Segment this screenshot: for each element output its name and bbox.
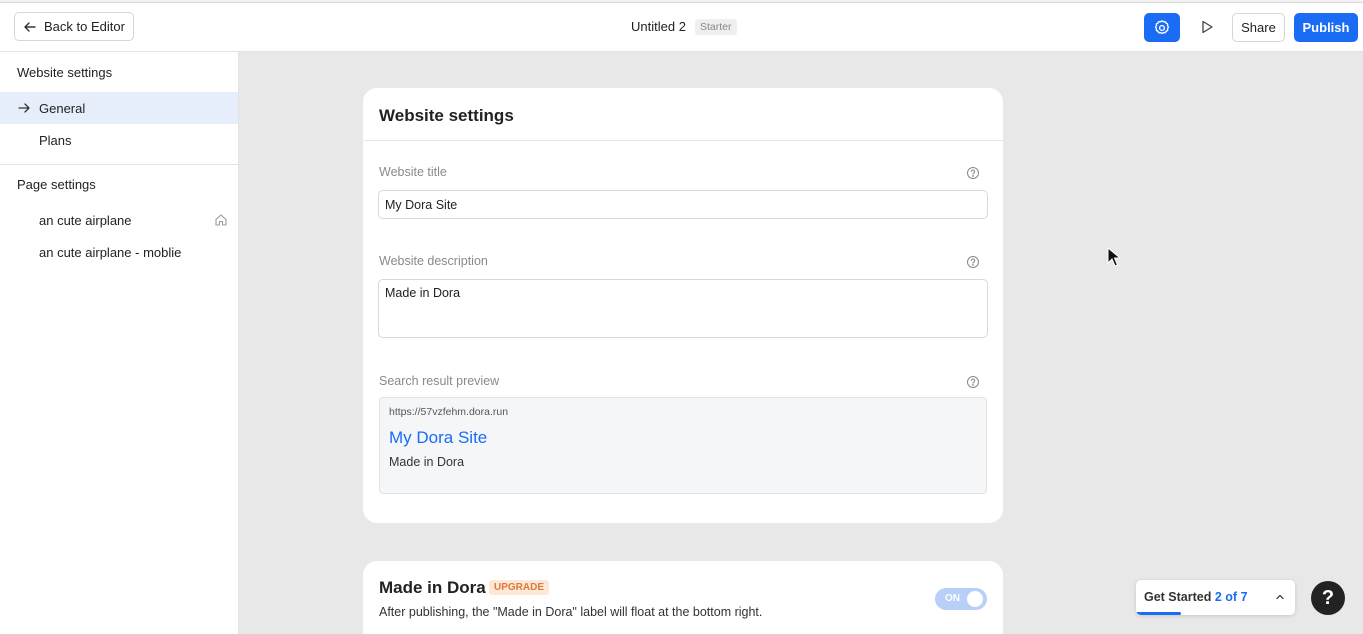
sidebar-item-label: an cute airplane - moblie	[39, 244, 182, 260]
preview-button[interactable]	[1195, 15, 1219, 39]
top-toolbar: Back to Editor Untitled 2 Starter Share …	[0, 3, 1363, 52]
made-in-dora-toggle[interactable]: ON	[935, 588, 987, 610]
preview-description: Made in Dora	[389, 455, 465, 469]
sidebar-item-general[interactable]: General	[0, 92, 238, 124]
card-title: Made in Dora	[379, 578, 486, 597]
gear-icon	[1154, 19, 1170, 34]
website-description-input[interactable]: Made in Dora	[378, 279, 988, 338]
get-started-text: Get Started 2 of 7	[1144, 590, 1248, 604]
arrow-right-icon	[18, 103, 30, 113]
toggle-label: ON	[945, 593, 960, 604]
upgrade-badge[interactable]: UPGRADE	[489, 580, 550, 595]
get-started-progress-fill	[1136, 612, 1181, 615]
back-to-editor-label: Back to Editor	[44, 19, 125, 34]
publish-button[interactable]: Publish	[1294, 13, 1358, 42]
sidebar-item-label: General	[39, 100, 86, 116]
settings-sidebar: Website settings General Plans Page sett…	[0, 52, 239, 634]
help-circle-icon[interactable]	[966, 375, 980, 389]
sidebar-divider	[0, 164, 238, 165]
plan-badge: Starter	[695, 19, 737, 35]
share-button[interactable]: Share	[1232, 13, 1285, 42]
sidebar-item-plans[interactable]: Plans	[0, 124, 238, 156]
website-description-label: Website description	[379, 254, 488, 268]
mouse-cursor-icon	[1107, 247, 1121, 267]
document-title[interactable]: Untitled 2	[631, 19, 686, 34]
get-started-label: Get Started	[1144, 590, 1212, 604]
card-divider	[363, 140, 1003, 141]
made-in-dora-card: Made in Dora UPGRADE After publishing, t…	[363, 561, 1003, 634]
sidebar-item-label: Plans	[39, 132, 72, 148]
search-preview-label: Search result preview	[379, 374, 500, 388]
help-circle-icon[interactable]	[966, 166, 980, 180]
website-title-label: Website title	[379, 165, 447, 179]
website-title-input[interactable]	[378, 190, 988, 219]
sidebar-item-page-1[interactable]: an cute airplane	[0, 204, 238, 236]
sidebar-item-page-2[interactable]: an cute airplane - moblie	[0, 236, 238, 268]
get-started-progress: 2 of 7	[1214, 590, 1248, 604]
get-started-widget[interactable]: Get Started 2 of 7	[1136, 580, 1295, 615]
arrow-left-icon	[24, 21, 36, 32]
preview-url: https://57vzfehm.dora.run	[389, 406, 509, 418]
question-circle-icon: ?	[1321, 586, 1335, 609]
preview-title: My Dora Site	[389, 428, 488, 447]
sidebar-item-label: an cute airplane	[39, 212, 132, 228]
settings-button[interactable]	[1144, 13, 1180, 42]
help-button[interactable]: ?	[1311, 581, 1345, 615]
back-to-editor-button[interactable]: Back to Editor	[14, 12, 134, 41]
page-settings-heading: Page settings	[17, 177, 96, 192]
card-title: Website settings	[379, 106, 514, 125]
help-circle-icon[interactable]	[966, 255, 980, 269]
website-settings-heading: Website settings	[17, 65, 113, 80]
website-settings-card: Website settings Website title Website d…	[363, 88, 1003, 523]
home-icon	[215, 214, 227, 226]
search-result-preview: https://57vzfehm.dora.run My Dora Site M…	[379, 397, 987, 494]
chevron-up-icon[interactable]	[1274, 591, 1286, 603]
card-description: After publishing, the "Made in Dora" lab…	[379, 605, 763, 619]
toggle-knob	[967, 591, 983, 607]
play-icon	[1202, 20, 1213, 34]
